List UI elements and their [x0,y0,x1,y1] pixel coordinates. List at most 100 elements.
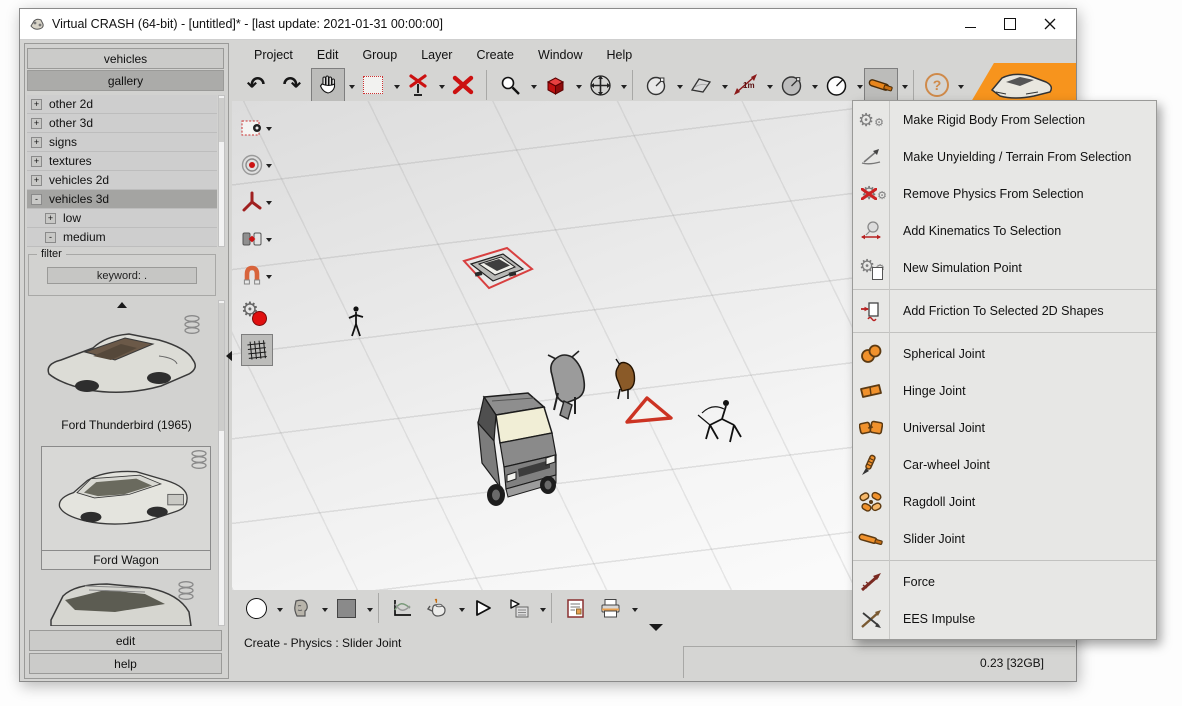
plane-dropdown-arrow[interactable] [722,84,728,92]
menu-group[interactable]: Group [350,46,409,64]
measure-dropdown-arrow[interactable] [767,84,773,92]
measure-tool-button[interactable]: 1m [729,68,763,102]
scene-selected-car[interactable] [461,245,535,296]
ball-gauge-button[interactable] [639,68,673,102]
menu-item-car-wheel-joint[interactable]: Car-wheel Joint [853,446,1156,483]
tree-item-other-3d[interactable]: + other 3d [27,114,217,133]
deselect-dropdown-arrow[interactable] [439,84,445,92]
target-tool[interactable] [237,146,289,183]
zoom-tool-button[interactable] [493,68,527,102]
magnet-dropdown-arrow[interactable] [266,275,272,282]
material-dropdown-arrow[interactable] [367,607,373,615]
menu-item-add-friction[interactable]: Add Friction To Selected 2D Shapes [853,292,1156,329]
deselect-button[interactable] [401,68,435,102]
expander-icon[interactable]: + [31,117,42,129]
expander-icon[interactable]: + [31,174,42,186]
tree-item-vehicles-3d[interactable]: - vehicles 3d [27,190,217,209]
scene-warning-triangle[interactable] [620,395,674,432]
marquee-point-dropdown-arrow[interactable] [266,127,272,134]
menu-item-force[interactable]: Force [853,563,1156,600]
gauge-outline-button[interactable] [819,68,853,102]
menu-item-ragdoll-joint[interactable]: Ragdoll Joint [853,483,1156,520]
close-button[interactable] [1030,9,1070,39]
gauge-filled-button[interactable] [774,68,808,102]
move-dropdown-arrow[interactable] [621,84,627,92]
mirror-dropdown-arrow[interactable] [266,238,272,245]
bottom-collapse-arrow[interactable] [649,624,663,631]
menu-item-remove-physics[interactable]: ⚙⚙ Remove Physics From Selection [853,175,1156,212]
axis-tripod-tool[interactable] [237,183,289,220]
expander-icon[interactable]: + [45,212,56,224]
magnet-snap-tool[interactable] [237,257,289,294]
vehicles-tab[interactable]: vehicles [27,48,224,69]
menu-create[interactable]: Create [464,46,526,64]
play-sequence-button[interactable] [502,591,536,625]
expander-icon[interactable]: + [31,136,42,148]
maximize-button[interactable] [990,9,1030,39]
cube-dropdown-arrow[interactable] [576,84,582,92]
menu-item-make-rigid-body[interactable]: ⚙⚙ Make Rigid Body From Selection [853,101,1156,138]
play-sequence-dropdown-arrow[interactable] [540,607,546,615]
expander-icon[interactable]: - [31,193,42,205]
thumbnail-ford-wagon[interactable]: Ford Wagon [41,446,211,570]
thumbnail-van-partial[interactable] [45,578,197,626]
thumbnail-ford-thunderbird[interactable] [41,312,203,414]
plane-button[interactable] [684,68,718,102]
diagram-button[interactable] [385,591,419,625]
report-button[interactable] [558,591,592,625]
expander-icon[interactable]: + [31,98,42,110]
tree-item-other-2d[interactable]: + other 2d [27,95,217,114]
menu-layer[interactable]: Layer [409,46,464,64]
menu-item-make-unyielding[interactable]: Make Unyielding / Terrain From Selection [853,138,1156,175]
tree-item-signs[interactable]: + signs [27,133,217,152]
solid-cube-button[interactable] [538,68,572,102]
gallery-scrollbar-thumb[interactable] [219,303,224,431]
help-dropdown-arrow[interactable] [958,84,964,92]
menu-item-new-simulation-point[interactable]: ⚙⚙ New Simulation Point [853,249,1156,286]
expander-icon[interactable]: - [45,231,56,243]
menu-item-slider-joint[interactable]: Slider Joint [853,520,1156,557]
edit-button[interactable]: edit [29,630,222,651]
tree-item-vehicles-2d[interactable]: + vehicles 2d [27,171,217,190]
menu-item-hinge-joint[interactable]: Hinge Joint [853,372,1156,409]
slider-joint-dropdown-arrow[interactable] [902,84,908,92]
expander-icon[interactable]: + [31,155,42,167]
tree-item-medium[interactable]: - medium [27,228,217,247]
circle-shape-button[interactable] [239,591,273,625]
ball-gauge-dropdown-arrow[interactable] [677,84,683,92]
menu-project[interactable]: Project [242,46,305,64]
delete-button[interactable] [446,68,480,102]
scroll-up-arrow[interactable] [117,302,127,308]
menu-edit[interactable]: Edit [305,46,351,64]
teapot-dropdown-arrow[interactable] [459,607,465,615]
render-teapot-button[interactable] [421,591,455,625]
gauge-filled-dropdown-arrow[interactable] [812,84,818,92]
tree-scrollbar-thumb[interactable] [219,98,224,142]
marquee-select-button[interactable] [356,68,390,102]
target-dropdown-arrow[interactable] [266,164,272,171]
axis-tripod-dropdown-arrow[interactable] [266,201,272,208]
pan-tool-button[interactable] [311,68,345,102]
gallery-tab[interactable]: gallery [27,70,224,91]
scene-suv[interactable] [462,391,566,520]
menu-item-universal-joint[interactable]: Universal Joint [853,409,1156,446]
keyword-field[interactable]: keyword: . [47,267,197,284]
marquee-dropdown-arrow[interactable] [394,84,400,92]
scene-cyclist[interactable] [696,395,750,452]
mirror-tool[interactable] [237,220,289,257]
minimize-button[interactable] [950,9,990,39]
pan-dropdown-arrow[interactable] [349,84,355,92]
circle-dropdown-arrow[interactable] [277,607,283,615]
physics-gears-tool[interactable]: ⚙ [237,294,289,331]
menu-help[interactable]: Help [594,46,644,64]
undo-button[interactable]: ↶ [239,68,273,102]
gauge-outline-dropdown-arrow[interactable] [857,84,863,92]
material-swatch-button[interactable] [329,591,363,625]
print-dropdown-arrow[interactable] [632,607,638,615]
gallery-scrollbar[interactable] [218,300,225,626]
menu-item-ees-impulse[interactable]: EES Impulse [853,600,1156,637]
scene-pedestrian[interactable] [346,305,366,344]
zoom-dropdown-arrow[interactable] [531,84,537,92]
help-button[interactable]: help [29,653,222,674]
move-tool-button[interactable] [583,68,617,102]
